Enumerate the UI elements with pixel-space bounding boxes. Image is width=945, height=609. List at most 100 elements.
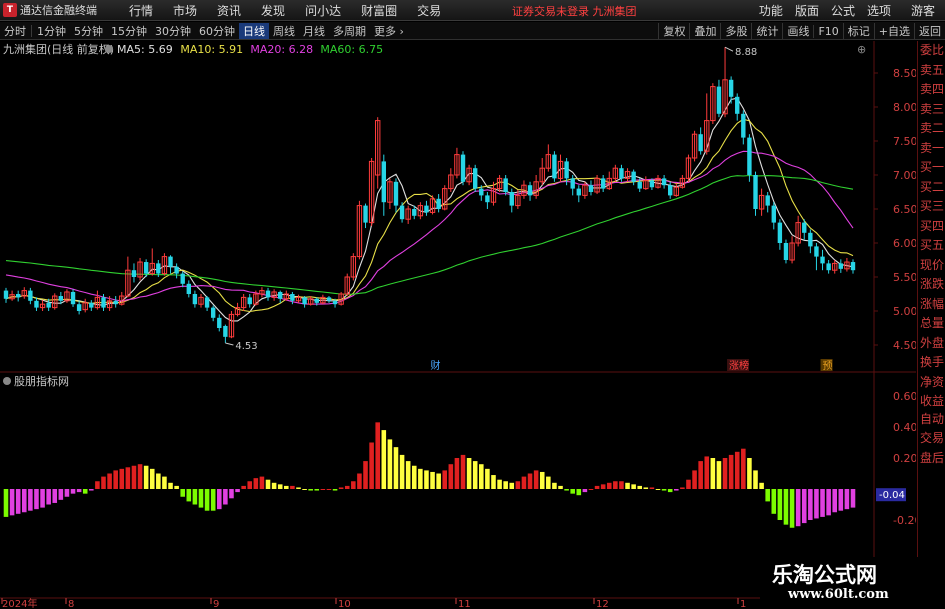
menu-market[interactable]: 行情 [119,2,163,19]
side-panel-item[interactable]: 买四 [918,217,945,237]
f10-button[interactable]: F10 [813,24,842,38]
menu-layout[interactable]: 版面 [789,2,825,19]
date-tick-label: 1 [740,599,746,609]
menu-news[interactable]: 资讯 [207,2,251,19]
side-panel-item[interactable]: 收益 [918,392,945,412]
side-panel-item[interactable]: 卖二 [918,119,945,139]
overlay-button[interactable]: 叠加 [689,23,720,39]
draw-line-button[interactable]: 画线 [782,23,813,39]
menu-options[interactable]: 选项 [861,2,897,19]
candle-body [777,222,783,243]
indicator-bar [357,473,362,489]
period-more[interactable]: 更多 › [370,23,408,39]
indicator-settings-icon[interactable] [3,377,11,385]
period-30min[interactable]: 30分钟 [151,23,195,39]
guest-user[interactable]: 游客 [897,2,945,19]
side-panel-item[interactable]: 卖一 [918,139,945,159]
period-multi[interactable]: 多周期 [329,23,370,39]
period-intraday[interactable]: 分时 [0,23,30,39]
menu-markets[interactable]: 市场 [163,2,207,19]
mark-button[interactable]: 标记 [842,23,874,39]
menu-ask[interactable]: 问小达 [295,2,351,19]
date-tick-label: 2024年 [2,597,37,609]
candle-body [716,86,722,114]
side-panel-item[interactable]: 买一 [918,158,945,178]
candle-body [698,134,703,152]
candle-body [661,178,667,186]
indicator-bar [418,468,423,489]
ma10-line [5,118,854,313]
indicator-bar [15,489,21,514]
menu-function[interactable]: 功能 [753,2,789,19]
indicator-bar [588,489,594,490]
watermark-title: 乐淘公式网 [772,563,877,587]
indicator-bar [216,489,222,510]
candle-body [217,317,222,328]
period-15min[interactable]: 15分钟 [107,23,151,39]
kline-chart[interactable]: 九洲集团(日线 前复权) MA5: 5.69 MA10: 5.91 MA20: 6.… [0,41,945,609]
side-panel-item[interactable]: 外盘 [918,334,945,354]
indicator-bar [643,487,649,489]
login-notice[interactable]: 证券交易未登录 九洲集团 [512,3,637,19]
period-5min[interactable]: 5分钟 [70,23,107,39]
expand-icon[interactable]: ⊕ [857,43,866,56]
side-panel-item[interactable]: 卖四 [918,80,945,100]
watermark-url: www.60lt.com [788,587,889,602]
indicator-bar [149,468,155,489]
indicator-bar [223,489,228,505]
side-panel-item[interactable]: 盘后 [918,449,945,469]
indicator-bar [64,489,70,497]
indicator-tick-label: 0.60 [893,390,916,403]
period-daily[interactable]: 日线 [239,22,269,39]
side-panel-item[interactable]: 涨幅 [918,295,945,315]
ma-lines [5,97,854,322]
menu-trade[interactable]: 交易 [407,2,451,19]
candle-body [527,185,533,196]
indicator-bar [95,481,100,489]
side-panel-item[interactable]: 买三 [918,197,945,217]
indicator-bar [40,489,45,508]
side-panel-item[interactable]: 涨跌 [918,275,945,295]
period-weekly[interactable]: 周线 [269,23,299,39]
add-watchlist-button[interactable]: +自选 [873,23,914,39]
candle-body [802,222,807,233]
multi-stock-button[interactable]: 多股 [720,23,751,39]
chart-area[interactable]: 九洲集团(日线 前复权) MA5: 5.69 MA10: 5.91 MA20: 6.… [0,41,945,609]
candle-body [735,96,740,114]
indicator-bar [314,489,320,491]
candle-body [143,262,149,274]
back-button[interactable]: 返回 [914,23,945,39]
side-panel-item[interactable]: 换手 [918,353,945,373]
indicator-bar [789,489,795,528]
indicator-bar [728,454,734,489]
period-monthly[interactable]: 月线 [299,23,329,39]
menu-formula[interactable]: 公式 [825,2,861,19]
side-panel-item[interactable]: 买二 [918,178,945,198]
period-1min[interactable]: 1分钟 [33,23,70,39]
side-panel-item[interactable]: 卖五 [918,61,945,81]
ma-legend-item: MA20: 6.28 [250,43,313,56]
side-panel-item[interactable]: 交易 [918,429,945,449]
candle-body [326,297,332,301]
side-panel-item[interactable]: 自动 [918,410,945,430]
side-panel-item[interactable]: 委比 [918,41,945,61]
side-panel-item[interactable]: 净资 [918,373,945,393]
high-price-label: 8.88 [735,47,757,58]
side-panel-item[interactable]: 总量 [918,314,945,334]
side-panel-item[interactable]: 现价 [918,256,945,276]
settings-dot-icon[interactable] [105,45,113,53]
indicator-bar [284,485,289,489]
indicator-bar [235,489,240,493]
statistics-button[interactable]: 统计 [751,23,782,39]
menu-wealth[interactable]: 财富圈 [351,2,407,19]
indicator-bar [674,489,679,491]
candle-body [838,263,844,269]
period-60min[interactable]: 60分钟 [195,23,239,39]
adjust-button[interactable]: 复权 [658,23,689,39]
side-panel-item[interactable]: 卖三 [918,100,945,120]
price-tick-label: 6.00 [893,237,916,250]
indicator-bar [296,487,301,489]
menu-discover[interactable]: 发现 [251,2,295,19]
indicator-bar [369,442,374,489]
side-panel-item[interactable]: 买五 [918,236,945,256]
